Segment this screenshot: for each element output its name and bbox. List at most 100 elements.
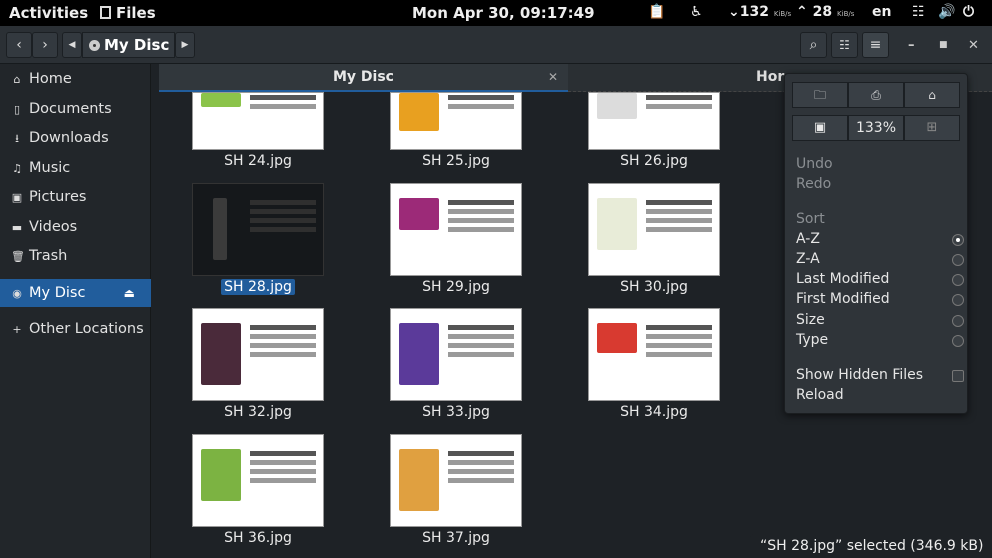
app-menu-button[interactable]: Files — [100, 4, 156, 22]
file-thumbnail — [390, 308, 522, 401]
tab-label: My Disc — [333, 69, 394, 85]
file-item[interactable]: SH 25.jpg — [386, 92, 526, 169]
clipboard-icon[interactable]: 📋 — [648, 4, 665, 20]
file-item[interactable]: SH 37.jpg — [386, 434, 526, 546]
net-down-value: 132 — [739, 4, 769, 20]
show-hidden-files-item[interactable]: Show Hidden Files — [796, 367, 964, 383]
file-item[interactable]: SH 34.jpg — [584, 308, 724, 420]
radio-selected[interactable] — [952, 234, 964, 246]
disc-icon: ◉ — [12, 287, 22, 300]
show-hidden-checkbox[interactable] — [952, 370, 964, 382]
sort-option-label: Z-A — [796, 251, 820, 267]
file-item[interactable]: SH 30.jpg — [584, 183, 724, 295]
sidebar-item-my-disc[interactable]: ◉ My Disc ⏏ — [0, 279, 151, 307]
radio[interactable] — [952, 274, 964, 286]
file-thumbnail — [390, 434, 522, 527]
clock[interactable]: Mon Apr 30, 09:17:49 — [412, 4, 595, 22]
bookmark-button[interactable]: ⌂ — [904, 82, 960, 108]
file-item[interactable]: SH 28.jpg — [188, 183, 328, 295]
new-folder-button[interactable]: 🗀 — [792, 82, 848, 108]
search-button[interactable]: ⌕ — [800, 32, 827, 58]
minimize-button[interactable]: – — [908, 38, 915, 53]
file-item[interactable]: SH 33.jpg — [386, 308, 526, 420]
maximize-button[interactable]: ■ — [939, 40, 948, 50]
close-button[interactable]: ✕ — [968, 38, 979, 53]
network-icon[interactable]: ☷ — [912, 4, 925, 20]
file-item[interactable]: SH 24.jpg — [188, 92, 328, 169]
undo-menu-item[interactable]: Undo — [796, 156, 833, 172]
sort-last-modified[interactable]: Last Modified — [796, 271, 964, 287]
minus-icon: ▣ — [813, 120, 827, 135]
sidebar-item-trash[interactable]: 🗑 Trash — [0, 242, 151, 270]
file-item[interactable]: SH 32.jpg — [188, 308, 328, 420]
sidebar-item-downloads[interactable]: ⭳ Downloads — [0, 124, 151, 152]
sidebar-item-documents[interactable]: ▯ Documents — [0, 95, 151, 123]
activities-button[interactable]: Activities — [9, 4, 88, 22]
file-name-selected: SH 28.jpg — [221, 279, 295, 295]
zoom-controls: ▣ 133% ⊞ — [792, 115, 960, 141]
list-view-icon: ☷ — [839, 38, 850, 52]
file-thumbnail — [390, 183, 522, 276]
breadcrumb-label: My Disc — [104, 36, 170, 54]
file-item[interactable]: SH 26.jpg — [584, 92, 724, 169]
video-icon: ▬ — [11, 221, 23, 234]
sort-option-label: Size — [796, 312, 825, 328]
sidebar-item-music[interactable]: ♫ Music — [0, 154, 151, 182]
zoom-level[interactable]: 133% — [848, 115, 904, 141]
sort-option-label: A-Z — [796, 231, 820, 247]
path-scroll-right-button[interactable]: ▶ — [175, 32, 195, 58]
breadcrumb-current[interactable]: My Disc — [82, 32, 175, 58]
back-button[interactable]: ‹ — [6, 32, 32, 58]
volume-icon[interactable]: 🔊 — [938, 4, 955, 20]
redo-menu-item[interactable]: Redo — [796, 176, 831, 192]
radio[interactable] — [952, 315, 964, 327]
header-bar: ‹ › ◀ My Disc ▶ ⌕ ☷ ≡ – ■ ✕ — [0, 26, 992, 64]
file-name: SH 25.jpg — [422, 153, 490, 169]
close-tab-icon[interactable]: ✕ — [548, 64, 558, 90]
thumbnail-photo — [201, 93, 241, 107]
camera-icon: ▣ — [11, 191, 23, 204]
language-indicator[interactable]: en — [872, 4, 891, 20]
tab-my-disc[interactable]: My Disc ✕ — [159, 64, 568, 92]
zoom-in-button[interactable]: ⊞ — [904, 115, 960, 141]
path-scroll-left-button[interactable]: ◀ — [62, 32, 82, 58]
file-item[interactable]: SH 29.jpg — [386, 183, 526, 295]
forward-button[interactable]: › — [32, 32, 58, 58]
sidebar-item-other-locations[interactable]: + Other Locations — [0, 315, 151, 343]
file-name: SH 34.jpg — [620, 404, 688, 420]
thumbnail-table — [250, 325, 316, 361]
radio[interactable] — [952, 335, 964, 347]
sidebar-item-home[interactable]: ⌂ Home — [0, 65, 151, 93]
music-icon: ♫ — [12, 162, 22, 175]
sidebar-item-videos[interactable]: ▬ Videos — [0, 213, 151, 241]
net-up-value: 28 — [812, 4, 833, 20]
sort-first-modified[interactable]: First Modified — [796, 291, 964, 307]
zoom-out-button[interactable]: ▣ — [792, 115, 848, 141]
sort-type[interactable]: Type — [796, 332, 964, 348]
file-thumbnail — [192, 183, 324, 276]
thumbnail-photo — [213, 198, 227, 260]
thumbnail-photo — [399, 93, 439, 131]
network-speed[interactable]: ⌄132 KiB/s ⌃ 28 KiB/s — [728, 4, 854, 20]
new-tab-button[interactable]: ⎙ — [848, 82, 904, 108]
file-item[interactable]: SH 36.jpg — [188, 434, 328, 546]
radio[interactable] — [952, 254, 964, 266]
accessibility-icon[interactable]: ♿ — [690, 4, 703, 20]
sidebar-item-label: My Disc — [29, 285, 86, 301]
menu-button[interactable]: ≡ — [862, 32, 889, 58]
sort-size[interactable]: Size — [796, 312, 964, 328]
file-name: SH 33.jpg — [422, 404, 490, 420]
radio[interactable] — [952, 294, 964, 306]
bookmark-icon: ⌂ — [928, 88, 936, 102]
selection-status: “SH 28.jpg” selected (346.9 kB) — [750, 534, 992, 558]
app-name: Files — [116, 4, 156, 22]
tab-home[interactable]: Hor — [756, 64, 784, 90]
power-icon[interactable]: ⏻ — [963, 4, 974, 20]
reload-menu-item[interactable]: Reload — [796, 387, 844, 403]
sort-z-a[interactable]: Z-A — [796, 251, 964, 267]
sort-a-z[interactable]: A-Z — [796, 231, 964, 247]
sidebar-item-pictures[interactable]: ▣ Pictures — [0, 183, 151, 211]
file-name: SH 29.jpg — [422, 279, 490, 295]
view-toggle-button[interactable]: ☷ — [831, 32, 858, 58]
eject-icon[interactable]: ⏏ — [124, 279, 135, 307]
